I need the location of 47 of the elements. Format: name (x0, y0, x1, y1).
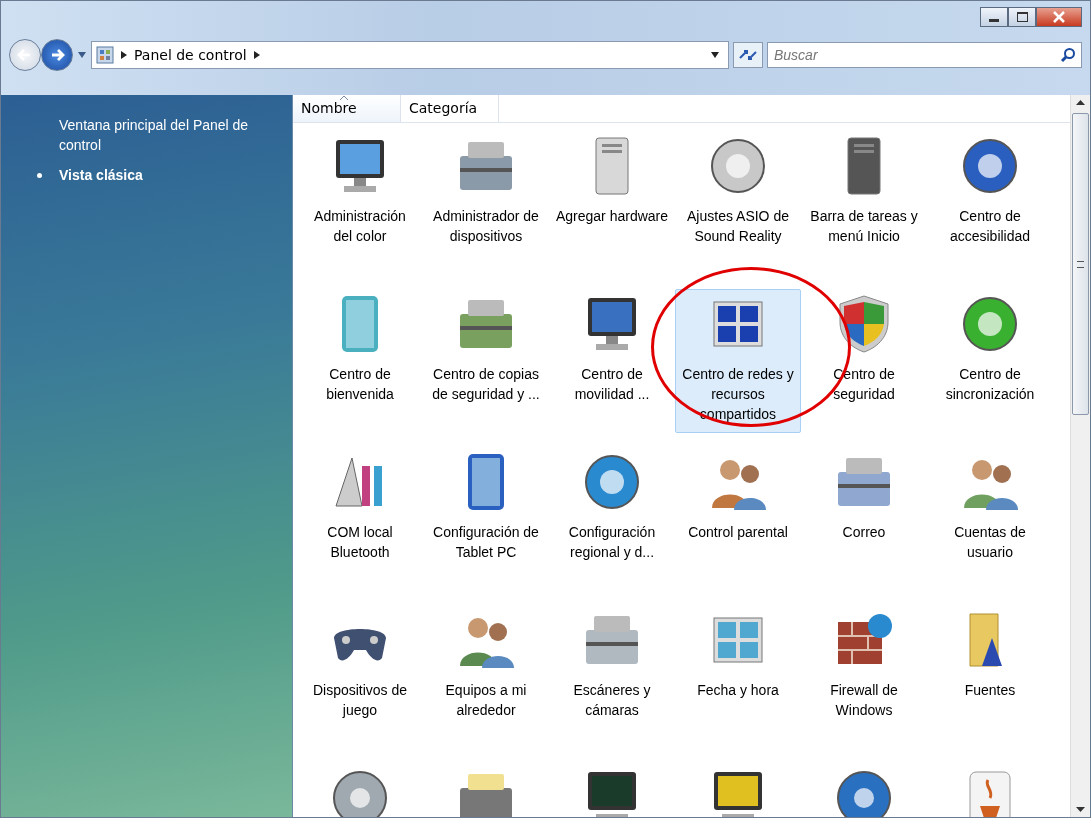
search-icon[interactable] (1060, 47, 1076, 63)
control-panel-item[interactable]: Centro de accesibilidad (927, 131, 1053, 275)
control-panel-item[interactable]: Barra de tareas y menú Inicio (801, 131, 927, 275)
control-panel-item[interactable]: Administración del color (297, 131, 423, 275)
control-panel-item[interactable]: Centro de copias de seguridad y ... (423, 289, 549, 433)
chevron-icon (120, 50, 128, 60)
control-panel-item[interactable]: Correo (801, 447, 927, 591)
control-panel-item[interactable]: Centro de movilidad ... (549, 289, 675, 433)
search-field[interactable]: Buscar (767, 42, 1082, 68)
control-panel-item[interactable]: Centro de redes y recursos compartidos (675, 289, 801, 433)
control-panel-item[interactable]: Ajustes ASIO de Sound Reality (675, 131, 801, 275)
control-panel-item[interactable]: Fecha y hora (675, 605, 801, 749)
control-panel-item[interactable]: Fuentes (927, 605, 1053, 749)
control-panel-item[interactable]: Equipos a mi alrededor (423, 605, 549, 749)
sidebar-link[interactable]: Ventana principal del Panel de control (59, 115, 276, 155)
refresh-button[interactable] (733, 42, 763, 68)
back-button[interactable] (9, 39, 41, 71)
control-panel-item[interactable]: Cuentas de usuario (927, 447, 1053, 591)
control-panel-item[interactable]: Dispositivos de juego (297, 605, 423, 749)
close-button[interactable] (1036, 7, 1082, 27)
column-header[interactable]: Categoría (401, 95, 499, 122)
control-panel-item[interactable]: Configuración regional y d... (549, 447, 675, 591)
maximize-button[interactable] (1008, 7, 1036, 27)
control-panel-item[interactable]: Escáneres y cámaras (549, 605, 675, 749)
minimize-button[interactable] (980, 7, 1008, 27)
scrollbar[interactable] (1070, 95, 1090, 817)
control-panel-item[interactable]: Configuración de Tablet PC (423, 447, 549, 591)
breadcrumb-item[interactable]: Panel de control (134, 47, 247, 63)
control-panel-item[interactable]: COM local Bluetooth (297, 447, 423, 591)
close-icon (1052, 11, 1066, 23)
address-bar[interactable]: Panel de control (91, 41, 729, 69)
control-panel-item[interactable]: Administrador de dispositivos (423, 131, 549, 275)
refresh-icon (738, 48, 758, 62)
control-panel-item[interactable]: Centro de bienvenida (297, 289, 423, 433)
dropdown-icon[interactable] (710, 51, 720, 59)
control-panel-item[interactable]: Control parental (675, 447, 801, 591)
control-panel-item[interactable]: Centro de sincronización (927, 289, 1053, 433)
forward-button[interactable] (41, 39, 73, 71)
sort-caret-icon (339, 95, 349, 100)
bullet-icon (37, 173, 42, 178)
control-panel-item[interactable]: Agregar hardware (549, 131, 675, 275)
sidebar-link[interactable]: Vista clásica (59, 165, 276, 185)
scrollbar-thumb[interactable] (1072, 113, 1089, 415)
chevron-icon (252, 50, 261, 60)
control-panel-item[interactable]: Firewall de Windows (801, 605, 927, 749)
control-panel-icon (96, 46, 114, 64)
column-header[interactable]: Nombre (293, 95, 401, 122)
